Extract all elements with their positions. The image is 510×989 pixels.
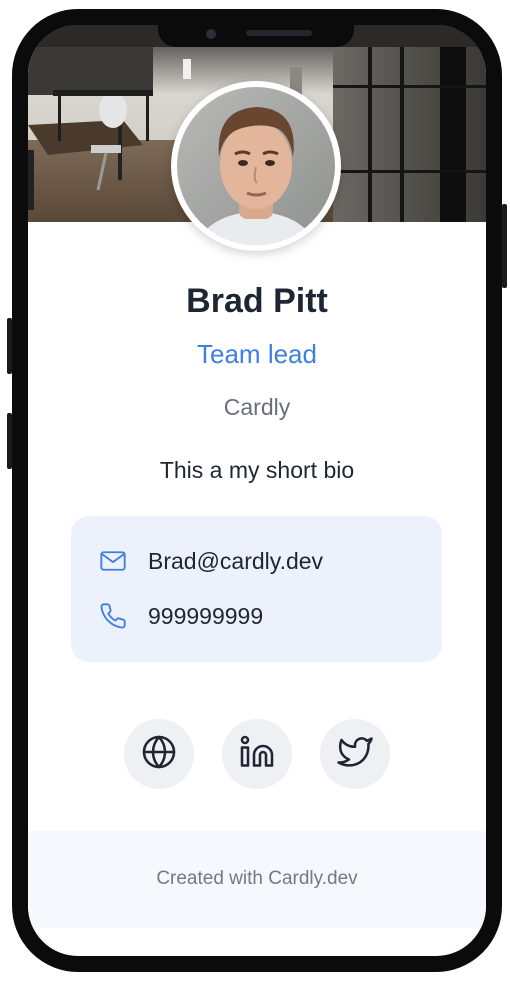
footer: Created with Cardly.dev: [28, 831, 486, 928]
profile-name: Brad Pitt: [186, 282, 328, 320]
camera-icon: [206, 29, 216, 39]
linkedin-button[interactable]: [222, 719, 292, 789]
email-link[interactable]: Brad@cardly.dev: [148, 548, 323, 575]
phone-notch: [158, 25, 354, 47]
email-row[interactable]: Brad@cardly.dev: [99, 547, 323, 575]
contact-card: Brad@cardly.dev 999999999: [71, 516, 442, 662]
linkedin-icon: [239, 734, 275, 775]
speaker-grille: [246, 30, 312, 36]
power-button: [502, 204, 507, 288]
globe-icon: [141, 734, 177, 775]
footer-credit[interactable]: Created with Cardly.dev: [28, 868, 486, 890]
website-button[interactable]: [124, 719, 194, 789]
phone-link[interactable]: 999999999: [148, 603, 263, 630]
profile-bio: This a my short bio: [159, 457, 355, 483]
phone-row[interactable]: 999999999: [99, 602, 263, 630]
phone-icon: [99, 602, 127, 630]
mail-icon: [99, 547, 127, 575]
avatar: [171, 81, 341, 251]
twitter-button[interactable]: [320, 719, 390, 789]
twitter-icon: [337, 734, 373, 775]
profile-role: Team lead: [197, 339, 317, 369]
phone-frame: Brad Pitt Team lead Cardly This a my sho…: [12, 9, 502, 972]
profile-company: Cardly: [223, 394, 291, 420]
